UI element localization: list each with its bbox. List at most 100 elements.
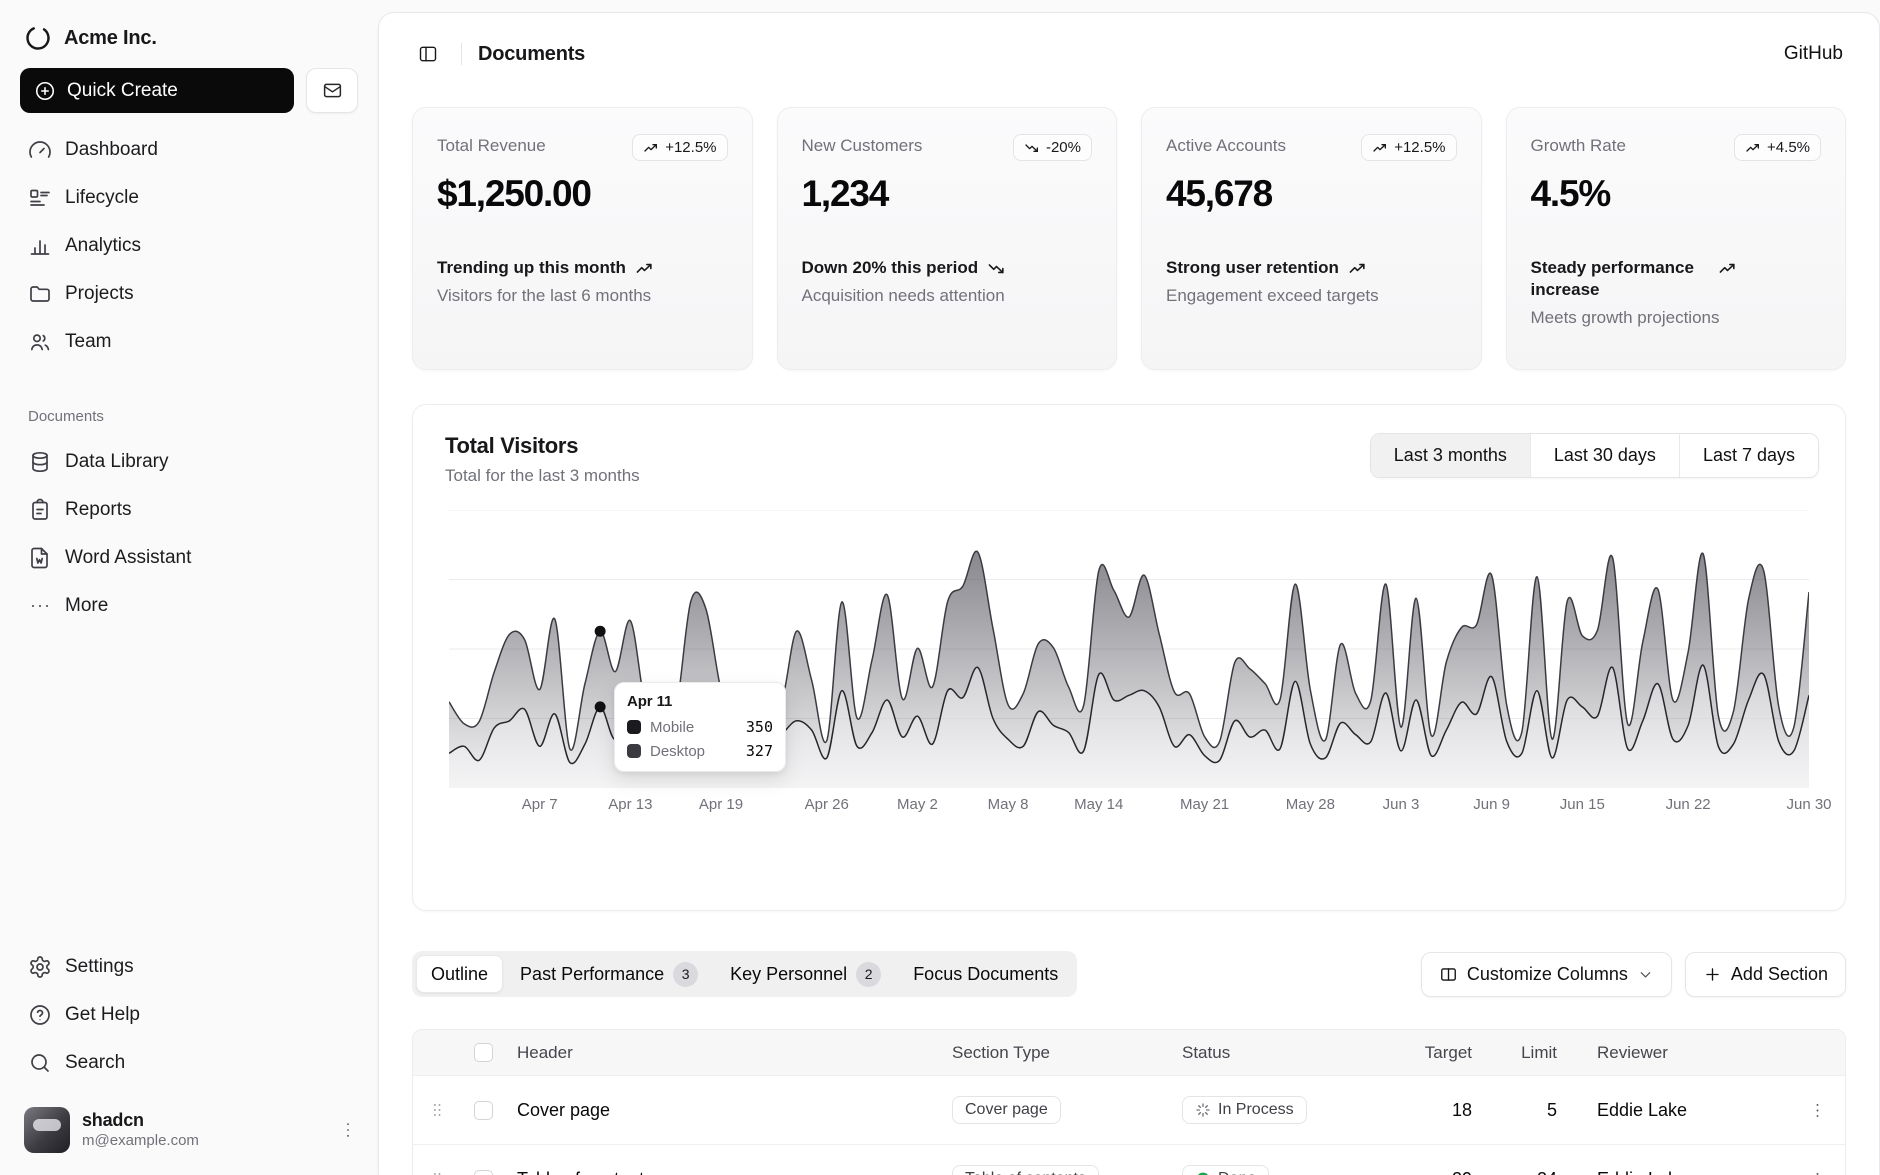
sidebar-section-label: Documents — [16, 408, 362, 425]
row-actions-button[interactable] — [1802, 1163, 1833, 1175]
brand-name: Acme Inc. — [64, 27, 157, 50]
stat-value: 45,678 — [1166, 173, 1457, 215]
range-toggle-group: Last 3 months Last 30 days Last 7 days — [1370, 433, 1819, 478]
range-last-30-days[interactable]: Last 30 days — [1530, 434, 1679, 477]
main-panel: Documents GitHub Total Revenue +12.5% $1… — [378, 12, 1880, 1175]
sidebar-item-reports[interactable]: Reports — [16, 487, 362, 532]
tab-outline[interactable]: Outline — [416, 955, 503, 993]
table-header-row: Header Section Type Status Target Limit … — [413, 1030, 1845, 1075]
more-vertical-icon — [1808, 1170, 1827, 1175]
col-limit: Limit — [1500, 1043, 1585, 1063]
drag-handle[interactable] — [413, 1100, 461, 1120]
col-reviewer: Reviewer — [1585, 1043, 1790, 1063]
header-separator — [461, 43, 462, 65]
clipboard-icon — [28, 498, 52, 522]
trending-up-icon — [643, 140, 659, 156]
ellipsis-icon — [28, 594, 52, 618]
sidebar-item-search[interactable]: Search — [16, 1040, 362, 1085]
cell-limit[interactable]: 24 — [1500, 1169, 1585, 1175]
sidebar-item-dashboard[interactable]: Dashboard — [16, 127, 362, 172]
inbox-button[interactable] — [306, 68, 358, 113]
x-axis-tick: Apr 26 — [805, 796, 849, 813]
total-visitors-card: Total Visitors Total for the last 3 mont… — [412, 404, 1846, 911]
sidebar-item-lifecycle[interactable]: Lifecycle — [16, 175, 362, 220]
sidebar-toggle-button[interactable] — [411, 37, 445, 71]
cell-reviewer[interactable]: Eddie Lake — [1585, 1169, 1790, 1175]
trend-badge: +4.5% — [1734, 134, 1821, 161]
cell-limit[interactable]: 5 — [1500, 1100, 1585, 1121]
plus-icon — [1703, 965, 1722, 984]
topbar: Documents GitHub — [379, 13, 1879, 95]
add-section-button[interactable]: Add Section — [1685, 952, 1846, 997]
tooltip-row-mobile: Mobile 350 — [627, 718, 773, 736]
grip-vertical-icon — [427, 1169, 447, 1175]
status-badge: Done — [1182, 1165, 1269, 1175]
sidebar-item-get-help[interactable]: Get Help — [16, 992, 362, 1037]
sidebar: Acme Inc. Quick Create Dashboard Lifecyc… — [0, 0, 378, 1175]
loader-icon — [1195, 1102, 1211, 1118]
x-axis-tick: Jun 3 — [1383, 796, 1420, 813]
sidebar-item-analytics[interactable]: Analytics — [16, 223, 362, 268]
tab-count-badge: 2 — [856, 962, 881, 987]
cell-header[interactable]: Cover page — [505, 1100, 940, 1121]
brand[interactable]: Acme Inc. — [24, 24, 354, 52]
gauge-icon — [28, 138, 52, 162]
more-vertical-icon — [338, 1120, 358, 1140]
chart-tooltip: Apr 11 Mobile 350 Desktop 327 — [614, 682, 786, 772]
help-circle-icon — [28, 1003, 52, 1027]
select-all-checkbox[interactable] — [474, 1043, 493, 1062]
section-type-badge: Cover page — [952, 1096, 1061, 1124]
page-title: Documents — [478, 43, 585, 66]
tab-past-performance[interactable]: Past Performance3 — [505, 955, 713, 993]
customize-columns-button[interactable]: Customize Columns — [1421, 952, 1672, 997]
quick-create-button[interactable]: Quick Create — [20, 68, 294, 113]
sidebar-item-data-library[interactable]: Data Library — [16, 439, 362, 484]
database-icon — [28, 450, 52, 474]
x-axis-tick: Jun 15 — [1560, 796, 1605, 813]
user-name: shadcn — [82, 1109, 326, 1132]
range-last-7-days[interactable]: Last 7 days — [1679, 434, 1818, 477]
user-menu[interactable]: shadcn m@example.com — [16, 1101, 366, 1159]
tab-key-personnel[interactable]: Key Personnel2 — [715, 955, 896, 993]
sidebar-item-more[interactable]: More — [16, 583, 362, 628]
sidebar-item-settings[interactable]: Settings — [16, 944, 362, 989]
section-tabs-row: Outline Past Performance3 Key Personnel2… — [412, 951, 1846, 997]
drag-handle[interactable] — [413, 1169, 461, 1175]
cell-reviewer[interactable]: Eddie Lake — [1585, 1100, 1790, 1121]
chart-title: Total Visitors — [445, 433, 640, 459]
x-axis-tick: May 21 — [1180, 796, 1229, 813]
gear-icon — [28, 955, 52, 979]
more-vertical-icon — [1808, 1101, 1827, 1120]
brand-logo-icon — [24, 24, 52, 52]
sidebar-main-nav: Dashboard Lifecycle Analytics Projects T… — [16, 127, 362, 364]
github-link[interactable]: GitHub — [1784, 43, 1843, 65]
sections-table: Header Section Type Status Target Limit … — [412, 1029, 1846, 1175]
cell-target[interactable]: 18 — [1390, 1100, 1500, 1121]
x-axis-tick: May 8 — [988, 796, 1029, 813]
row-checkbox[interactable] — [474, 1101, 493, 1120]
stat-card-total-revenue: Total Revenue +12.5% $1,250.00 Trending … — [412, 107, 753, 370]
sidebar-item-team[interactable]: Team — [16, 319, 362, 364]
sidebar-item-projects[interactable]: Projects — [16, 271, 362, 316]
chevron-down-icon — [1637, 966, 1654, 983]
x-axis-tick: Apr 13 — [608, 796, 652, 813]
range-last-3-months[interactable]: Last 3 months — [1371, 434, 1530, 477]
plus-circle-icon — [34, 80, 56, 102]
list-details-icon — [28, 186, 52, 210]
x-axis-tick: Jun 9 — [1473, 796, 1510, 813]
quick-create-label: Quick Create — [67, 80, 178, 102]
visitors-area-chart[interactable]: Apr 11 Mobile 350 Desktop 327 — [449, 510, 1809, 788]
col-target: Target — [1390, 1043, 1500, 1063]
row-checkbox[interactable] — [474, 1170, 493, 1175]
tab-focus-documents[interactable]: Focus Documents — [898, 955, 1073, 993]
mobile-swatch — [627, 720, 641, 734]
sidebar-documents-nav: Data Library Reports Word Assistant More — [16, 439, 362, 628]
x-axis-tick: Jun 22 — [1666, 796, 1711, 813]
sidebar-item-word-assistant[interactable]: Word Assistant — [16, 535, 362, 580]
file-word-icon — [28, 546, 52, 570]
cell-target[interactable]: 29 — [1390, 1169, 1500, 1175]
table-row: Cover page Cover page In Process 18 5 Ed… — [413, 1075, 1845, 1144]
cell-header[interactable]: Table of contents — [505, 1169, 940, 1175]
status-badge: In Process — [1182, 1096, 1307, 1124]
row-actions-button[interactable] — [1802, 1094, 1833, 1126]
